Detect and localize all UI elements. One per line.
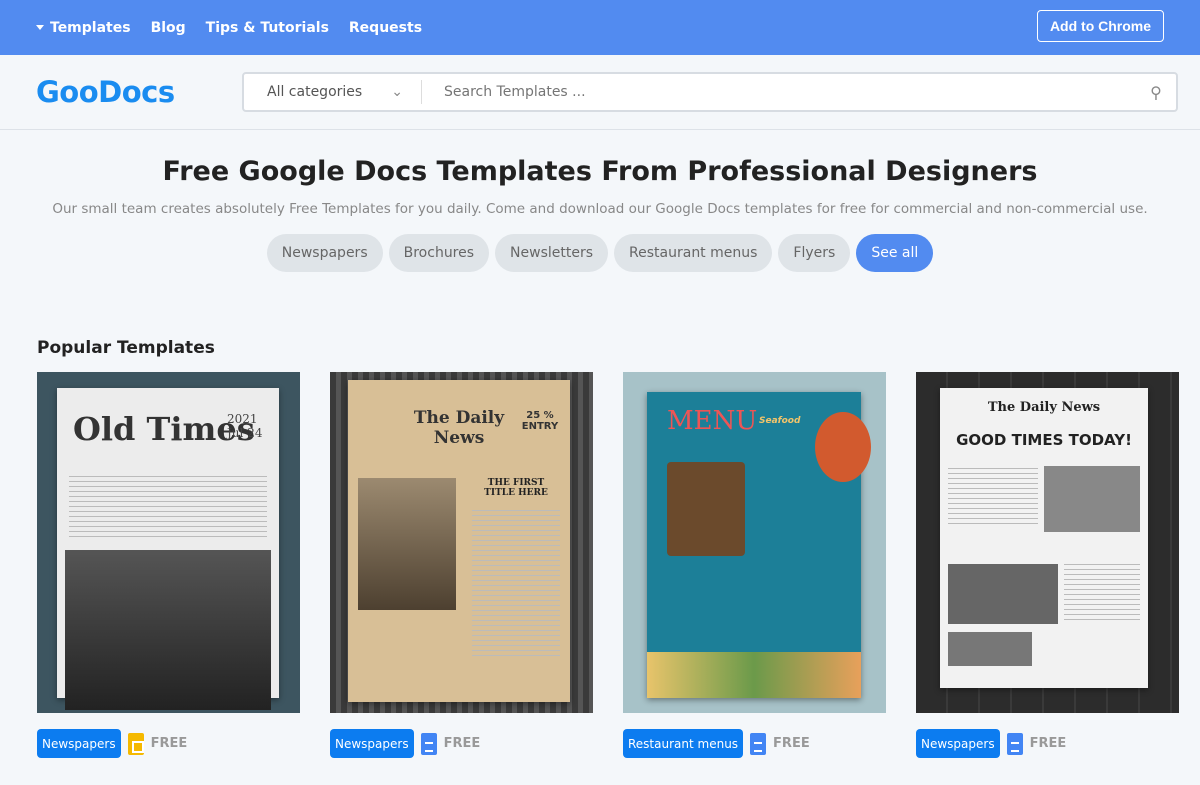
template-thumbnail[interactable]: Old Times 2021 Jul 24 — [37, 372, 300, 713]
thumb-badge: 25 % ENTRY — [521, 410, 559, 432]
template-thumbnail[interactable]: MENU Seafood — [623, 372, 886, 713]
template-thumbnail[interactable]: The Daily News GOOD TIMES TODAY! — [916, 372, 1179, 713]
search-icon[interactable]: ⚲ — [1136, 83, 1176, 102]
category-select[interactable]: All categories ⌄ — [244, 80, 422, 104]
template-card[interactable]: Old Times 2021 Jul 24 Newspapers FREE — [37, 372, 300, 758]
thumb-headline: GOOD TIMES TODAY! — [956, 431, 1132, 449]
caret-down-icon — [36, 25, 44, 30]
category-pills: Newspapers Brochures Newsletters Restaur… — [0, 234, 1200, 272]
search-input[interactable] — [422, 84, 1136, 100]
add-to-chrome-button[interactable]: Add to Chrome — [1037, 10, 1164, 42]
nav-tips-tutorials[interactable]: Tips & Tutorials — [206, 20, 329, 36]
pill-newspapers[interactable]: Newspapers — [266, 234, 383, 272]
pill-see-all[interactable]: See all — [856, 234, 934, 272]
template-cards: Old Times 2021 Jul 24 Newspapers FREE The… — [37, 372, 1200, 758]
template-card[interactable]: The Daily News GOOD TIMES TODAY! Newspap… — [916, 372, 1179, 758]
pill-flyers[interactable]: Flyers — [778, 234, 851, 272]
nav-blog[interactable]: Blog — [151, 20, 186, 36]
thumb-date: 2021 Jul 24 — [227, 412, 263, 440]
thumb-subtitle: Seafood — [759, 416, 801, 426]
thumb-title: The Daily News — [987, 400, 1101, 415]
search-bar: All categories ⌄ ⚲ — [242, 72, 1178, 112]
site-header: GooDocs All categories ⌄ ⚲ — [0, 55, 1200, 130]
page-subtitle: Our small team creates absolutely Free T… — [52, 201, 1148, 217]
category-tag[interactable]: Restaurant menus — [623, 729, 744, 758]
nav-templates[interactable]: Templates — [36, 20, 131, 36]
google-docs-icon — [1006, 732, 1023, 755]
free-label: FREE — [1029, 736, 1067, 751]
google-docs-icon — [750, 732, 767, 755]
top-nav-bar: Templates Blog Tips & Tutorials Requests… — [0, 0, 1200, 55]
free-label: FREE — [443, 736, 481, 751]
google-docs-icon — [420, 732, 437, 755]
thumb-headline: THE FIRST TITLE HERE — [484, 478, 548, 498]
category-value: All categories — [267, 84, 363, 100]
template-card[interactable]: The Daily News 25 % ENTRY THE FIRST TITL… — [330, 372, 593, 758]
category-tag[interactable]: Newspapers — [37, 729, 121, 758]
free-label: FREE — [150, 736, 188, 751]
nav-requests[interactable]: Requests — [349, 20, 422, 36]
thumb-title: The Daily News — [413, 408, 505, 448]
category-tag[interactable]: Newspapers — [916, 729, 1000, 758]
logo[interactable]: GooDocs — [36, 75, 242, 109]
google-slides-icon — [127, 732, 144, 755]
pill-restaurant-menus[interactable]: Restaurant menus — [614, 234, 773, 272]
pill-brochures[interactable]: Brochures — [388, 234, 490, 272]
free-label: FREE — [773, 736, 810, 751]
template-thumbnail[interactable]: The Daily News 25 % ENTRY THE FIRST TITL… — [330, 372, 593, 713]
category-tag[interactable]: Newspapers — [330, 729, 414, 758]
pill-newsletters[interactable]: Newsletters — [495, 234, 609, 272]
template-card[interactable]: MENU Seafood Restaurant menus FREE — [623, 372, 886, 758]
nav-templates-label: Templates — [50, 19, 131, 36]
chevron-down-icon: ⌄ — [391, 84, 403, 100]
section-title: Popular Templates — [37, 338, 215, 358]
page-title: Free Google Docs Templates From Professi… — [162, 156, 1038, 187]
